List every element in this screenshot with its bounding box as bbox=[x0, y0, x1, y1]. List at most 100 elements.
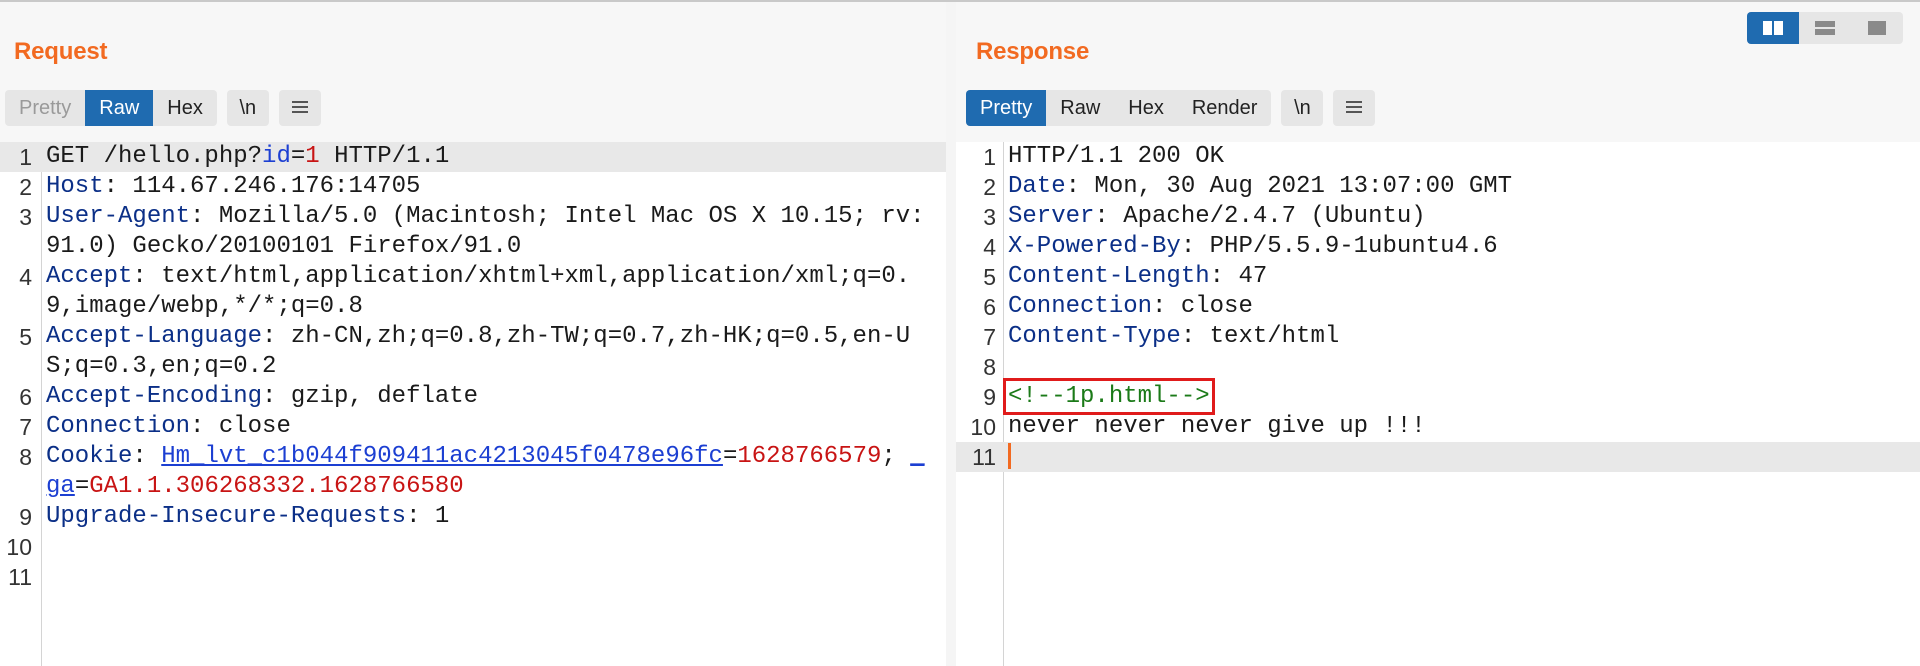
token: HTTP/1.1 200 OK bbox=[1008, 143, 1225, 170]
token: Upgrade-Insecure-Requests bbox=[46, 503, 407, 530]
line-number: 9 bbox=[983, 384, 996, 410]
response-tab-pretty[interactable]: Pretty bbox=[966, 90, 1047, 126]
request-line: 4 Accept: text/html,application/xhtml+xml… bbox=[0, 262, 946, 322]
line-content: <!--1p.html--> bbox=[1003, 378, 1898, 415]
token: Server bbox=[1008, 203, 1095, 230]
pane-divider[interactable] bbox=[946, 2, 956, 666]
layout-side-by-side-button[interactable] bbox=[1747, 12, 1799, 44]
stacked-icon bbox=[1815, 21, 1835, 35]
token: 1628766579 bbox=[737, 443, 882, 470]
token: Connection bbox=[1008, 293, 1153, 320]
line-number: 3 bbox=[19, 204, 32, 230]
response-tab-raw[interactable]: Raw bbox=[1046, 90, 1114, 126]
token: = bbox=[290, 143, 306, 170]
layout-switch bbox=[1747, 12, 1903, 44]
token: ; bbox=[881, 443, 911, 470]
line-content bbox=[1008, 352, 1898, 382]
request-line: 11 bbox=[0, 562, 946, 592]
request-line: 5 Accept-Language: zh-CN,zh;q=0.8,zh-TW;q… bbox=[0, 322, 946, 382]
token: : gzip, deflate bbox=[262, 383, 479, 410]
response-line: 9 <!--1p.html--> bbox=[956, 378, 1920, 415]
token: : text/html bbox=[1180, 323, 1340, 350]
layout-stacked-button[interactable] bbox=[1799, 12, 1851, 44]
token: User-Agent bbox=[46, 203, 191, 230]
line-content: User-Agent: Mozilla/5.0 (Macintosh; Inte… bbox=[46, 202, 936, 262]
request-line: 10 bbox=[0, 532, 946, 562]
response-line: 7 Content-Type: text/html bbox=[956, 322, 1920, 352]
token: GA1.1.306268332.1628766580 bbox=[89, 473, 464, 500]
line-number: 9 bbox=[19, 504, 32, 530]
token: never never never give up !!! bbox=[1008, 413, 1426, 440]
token: Host bbox=[46, 173, 104, 200]
line-content: Connection: close bbox=[46, 412, 936, 442]
line-number: 6 bbox=[983, 294, 996, 320]
line-content: Server: Apache/2.4.7 (Ubuntu) bbox=[1008, 202, 1898, 232]
line-content: Host: 114.67.246.176:14705 bbox=[46, 172, 936, 202]
line-number: 2 bbox=[983, 174, 996, 200]
line-number: 8 bbox=[983, 354, 996, 380]
line-number: 4 bbox=[19, 264, 32, 290]
layout-single-button[interactable] bbox=[1851, 12, 1903, 44]
text-caret bbox=[1008, 442, 1011, 469]
highlighted-comment-box: <!--1p.html--> bbox=[1003, 378, 1215, 415]
request-line: 6 Accept-Encoding: gzip, deflate bbox=[0, 382, 946, 412]
token: : PHP/5.5.9-1ubuntu4.6 bbox=[1180, 233, 1498, 260]
response-newline-toggle[interactable]: \n bbox=[1281, 90, 1324, 126]
line-content: Connection: close bbox=[1008, 292, 1898, 322]
line-number: 8 bbox=[19, 444, 32, 470]
request-title: Request bbox=[14, 38, 108, 65]
line-number: 6 bbox=[19, 384, 32, 410]
response-toolbar: Pretty Raw Hex Render \n bbox=[966, 90, 1376, 126]
token: id bbox=[262, 143, 291, 170]
line-content: Upgrade-Insecure-Requests: 1 bbox=[46, 502, 936, 532]
line-content: X-Powered-By: PHP/5.5.9-1ubuntu4.6 bbox=[1008, 232, 1898, 262]
response-line: 4 X-Powered-By: PHP/5.5.9-1ubuntu4.6 bbox=[956, 232, 1920, 262]
response-view-tabs: Pretty Raw Hex Render bbox=[966, 90, 1272, 126]
request-tab-hex[interactable]: Hex bbox=[153, 90, 217, 126]
token: = bbox=[74, 473, 90, 500]
request-line: 1 GET /hello.php?id=1 HTTP/1.1 bbox=[0, 142, 946, 172]
token: Connection bbox=[46, 413, 191, 440]
line-content: Cookie: Hm_lvt_c1b044f909411ac4213045f04… bbox=[46, 442, 936, 502]
request-newline-toggle[interactable]: \n bbox=[226, 90, 269, 126]
request-editor[interactable]: 1 GET /hello.php?id=1 HTTP/1.1 2 Host: 114.… bbox=[0, 142, 946, 666]
token: Accept bbox=[46, 263, 133, 290]
token: : Mon, 30 Aug 2021 13:07:00 GMT bbox=[1065, 173, 1513, 200]
response-menu-button[interactable] bbox=[1333, 90, 1376, 126]
token: : close bbox=[190, 413, 291, 440]
line-number: 11 bbox=[8, 564, 32, 590]
line-content: Accept-Language: zh-CN,zh;q=0.8,zh-TW;q=… bbox=[46, 322, 936, 382]
line-number: 7 bbox=[19, 414, 32, 440]
request-menu-button[interactable] bbox=[278, 90, 321, 126]
token: Date bbox=[1008, 173, 1066, 200]
token: Accept-Encoding bbox=[46, 383, 263, 410]
response-tab-hex[interactable]: Hex bbox=[1114, 90, 1178, 126]
line-number: 7 bbox=[983, 324, 996, 350]
token: X-Powered-By bbox=[1008, 233, 1181, 260]
hamburger-icon bbox=[1346, 100, 1363, 113]
response-tab-render[interactable]: Render bbox=[1178, 90, 1272, 126]
response-line: 3 Server: Apache/2.4.7 (Ubuntu) bbox=[956, 202, 1920, 232]
line-content bbox=[46, 532, 936, 562]
response-line: 6 Connection: close bbox=[956, 292, 1920, 322]
response-line: 8 bbox=[956, 352, 1920, 382]
line-content: Date: Mon, 30 Aug 2021 13:07:00 GMT bbox=[1008, 172, 1898, 202]
single-pane-icon bbox=[1868, 21, 1886, 35]
response-line: 10 never never never give up !!! bbox=[956, 412, 1920, 442]
hamburger-icon bbox=[291, 100, 308, 113]
line-content: never never never give up !!! bbox=[1008, 412, 1898, 442]
token: GET /hello.php? bbox=[46, 143, 263, 170]
response-editor[interactable]: 1 HTTP/1.1 200 OK 2 Date: Mon, 30 Aug 2021 … bbox=[956, 142, 1920, 666]
request-line: 9 Upgrade-Insecure-Requests: 1 bbox=[0, 502, 946, 532]
token: 1 bbox=[305, 143, 320, 170]
request-panel: Request Pretty Raw Hex \n 1 GET /hello.ph… bbox=[0, 2, 946, 666]
request-line: 3 User-Agent: Mozilla/5.0 (Macintosh; Int… bbox=[0, 202, 946, 262]
token: : Apache/2.4.7 (Ubuntu) bbox=[1094, 203, 1426, 230]
line-content: Accept: text/html,application/xhtml+xml,… bbox=[46, 262, 936, 322]
request-tab-raw[interactable]: Raw bbox=[85, 90, 154, 126]
response-panel: Response Pretty Raw Hex Render \n 1 HTTP/… bbox=[956, 2, 1920, 666]
request-tab-pretty[interactable]: Pretty bbox=[5, 90, 85, 126]
request-lines: 1 GET /hello.php?id=1 HTTP/1.1 2 Host: 114.… bbox=[0, 142, 946, 592]
token: Content-Length bbox=[1008, 263, 1210, 290]
request-line: 2 Host: 114.67.246.176:14705 bbox=[0, 172, 946, 202]
